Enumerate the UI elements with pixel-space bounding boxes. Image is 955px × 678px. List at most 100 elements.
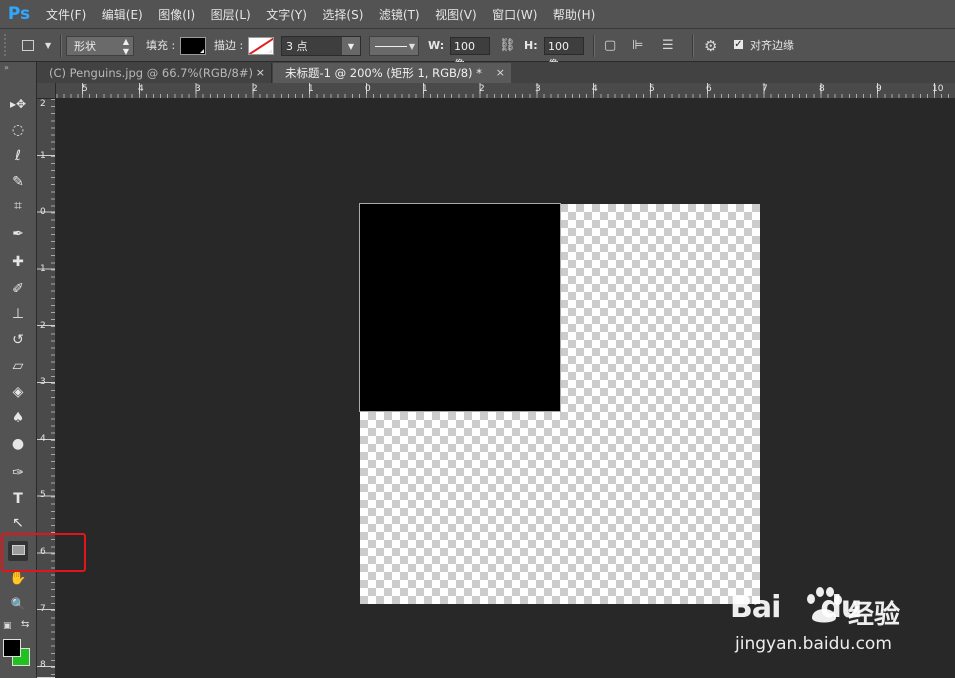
tools-panel: » ▸✥ ◌ ℓ ✎ ⌗ ✒ ✚ ✐ ⊥ ↺ ▱ ◈ ♠ ● ✑ T ↖ ✋ 🔍… xyxy=(0,62,37,678)
menu-view[interactable]: 视图(V) xyxy=(435,6,477,23)
align-edges-checkbox[interactable]: ✓ xyxy=(733,39,744,50)
menu-type[interactable]: 文字(Y) xyxy=(266,6,307,23)
caret-down-icon: ▼ xyxy=(408,42,415,51)
caret-down-icon[interactable]: ▼ xyxy=(342,37,360,55)
clone-stamp-icon[interactable]: ⊥ xyxy=(8,304,28,324)
fill-color-swatch[interactable] xyxy=(180,37,206,55)
ruler-label: 2 xyxy=(40,321,46,331)
ruler-label: 4 xyxy=(40,434,46,444)
horizontal-ruler[interactable]: 5 4 3 2 1 0 1 2 3 4 5 6 7 8 9 10 xyxy=(56,83,955,99)
ruler-label: 2 xyxy=(479,84,485,94)
ruler-label: 3 xyxy=(40,377,46,387)
blur-icon[interactable]: ♠ xyxy=(8,408,28,428)
default-colors-icon[interactable]: ▣ xyxy=(3,621,12,631)
elliptical-marquee-icon[interactable]: ◌ xyxy=(8,120,28,140)
zoom-icon[interactable]: 🔍 xyxy=(8,594,28,614)
tab-penguins[interactable]: (C) Penguins.jpg @ 66.7%(RGB/8#) × xyxy=(37,63,272,83)
ruler-label: 2 xyxy=(40,99,46,109)
rectangle-preset-icon xyxy=(22,40,34,51)
menu-image[interactable]: 图像(I) xyxy=(158,6,195,23)
stroke-width-value: 3 点 xyxy=(286,40,308,53)
tab-label: 未标题-1 @ 200% (矩形 1, RGB/8) * xyxy=(285,66,482,80)
paint-bucket-icon[interactable]: ◈ xyxy=(8,382,28,402)
ruler-origin[interactable] xyxy=(37,83,56,99)
options-divider xyxy=(692,35,694,57)
no-color-slash-icon xyxy=(249,38,273,54)
ruler-label: 1 xyxy=(308,84,314,94)
updown-arrows-icon: ▲ ▼ xyxy=(122,37,129,56)
stroke-label: 描边 : xyxy=(214,39,244,52)
width-input[interactable]: 100 像 xyxy=(450,37,490,71)
ruler-label: 10 xyxy=(932,84,944,94)
brush-icon[interactable]: ✐ xyxy=(8,279,28,299)
fill-label: 填充 : xyxy=(146,39,176,52)
vertical-ruler[interactable]: 2 1 0 1 2 3 4 5 6 7 8 xyxy=(37,99,56,678)
options-bar: ▼ 形状 ▲▼ 填充 : 描边 : 3 点 ▼ ▼ W: 100 像 ⛓ H: … xyxy=(0,28,955,71)
dodge-icon[interactable]: ● xyxy=(8,434,28,454)
path-arrangement-icon[interactable]: ☰ xyxy=(662,36,674,56)
document-tabs-bar: (C) Penguins.jpg @ 66.7%(RGB/8#) × 未标题-1… xyxy=(37,62,955,83)
gear-icon[interactable]: ⚙ xyxy=(704,36,717,56)
move-tool-icon[interactable]: ▸✥ xyxy=(8,94,28,114)
type-icon[interactable]: T xyxy=(8,489,28,509)
healing-brush-icon[interactable]: ✚ xyxy=(8,252,28,272)
photoshop-logo: Ps xyxy=(7,4,31,24)
height-label: H: xyxy=(524,39,538,52)
paw-icon xyxy=(807,587,842,623)
menu-bar: Ps 文件(F) 编辑(E) 图像(I) 图层(L) 文字(Y) 选择(S) 滤… xyxy=(0,0,955,28)
foreground-color-swatch[interactable] xyxy=(3,639,21,657)
stroke-type-select[interactable]: ▼ xyxy=(369,36,419,56)
ruler-label: 2 xyxy=(252,84,258,94)
path-selection-icon[interactable]: ↖ xyxy=(8,513,28,533)
watermark-cn-text: 经验 xyxy=(848,600,901,630)
caret-down-icon: ▼ xyxy=(45,41,52,50)
options-grip[interactable] xyxy=(3,33,7,57)
pen-icon[interactable]: ✑ xyxy=(8,463,28,483)
path-operations-icon[interactable]: ▢ xyxy=(604,36,616,56)
annotation-highlight xyxy=(1,533,86,572)
ruler-label: 1 xyxy=(422,84,428,94)
stroke-width-field[interactable]: 3 点 ▼ xyxy=(281,36,361,56)
baidu-jingyan-watermark: Bai du 经验 jingyan.baidu.com xyxy=(730,587,930,660)
ruler-label: 3 xyxy=(195,84,201,94)
ruler-label: 7 xyxy=(40,604,46,614)
ruler-label: 0 xyxy=(365,84,371,94)
menu-layer[interactable]: 图层(L) xyxy=(211,6,251,23)
ruler-label: 1 xyxy=(40,151,46,161)
tab-untitled-1[interactable]: 未标题-1 @ 200% (矩形 1, RGB/8) * × xyxy=(273,63,511,83)
options-divider xyxy=(593,35,595,57)
crop-icon[interactable]: ⌗ xyxy=(8,196,28,216)
tool-mode-value: 形状 xyxy=(74,40,96,53)
menu-filter[interactable]: 滤镜(T) xyxy=(379,6,420,23)
path-alignment-icon[interactable]: ⊫ xyxy=(632,36,643,56)
swap-colors-icon[interactable]: ⇆ xyxy=(21,619,29,630)
ruler-label: 3 xyxy=(535,84,541,94)
eraser-icon[interactable]: ▱ xyxy=(8,356,28,376)
menu-edit[interactable]: 编辑(E) xyxy=(102,6,143,23)
menu-file[interactable]: 文件(F) xyxy=(46,6,86,23)
stroke-color-swatch[interactable] xyxy=(248,37,274,55)
menu-select[interactable]: 选择(S) xyxy=(322,6,363,23)
menu-help[interactable]: 帮助(H) xyxy=(553,6,595,23)
ruler-minor-ticks xyxy=(56,94,955,98)
menu-window[interactable]: 窗口(W) xyxy=(492,6,537,23)
ruler-label: 9 xyxy=(876,84,882,94)
ruler-label: 8 xyxy=(40,660,46,670)
tab-label: (C) Penguins.jpg @ 66.7%(RGB/8#) xyxy=(49,66,253,80)
lasso-icon[interactable]: ℓ xyxy=(8,146,28,166)
close-icon[interactable]: × xyxy=(496,63,505,83)
ruler-label: 8 xyxy=(819,84,825,94)
tool-mode-select[interactable]: 形状 ▲ ▼ xyxy=(66,36,134,56)
height-input[interactable]: 100 像 xyxy=(544,37,584,71)
ruler-label: 6 xyxy=(706,84,712,94)
collapse-arrows-icon[interactable]: » xyxy=(4,63,9,72)
ruler-label: 4 xyxy=(138,84,144,94)
rectangle-shape-layer[interactable] xyxy=(359,203,561,412)
history-brush-icon[interactable]: ↺ xyxy=(8,330,28,350)
quick-selection-icon[interactable]: ✎ xyxy=(8,172,28,192)
link-icon[interactable]: ⛓ xyxy=(499,36,516,56)
close-icon[interactable]: × xyxy=(256,63,265,83)
document-canvas[interactable] xyxy=(359,203,760,604)
eyedropper-icon[interactable]: ✒ xyxy=(8,224,28,244)
tool-preset-picker[interactable]: ▼ xyxy=(18,36,56,56)
